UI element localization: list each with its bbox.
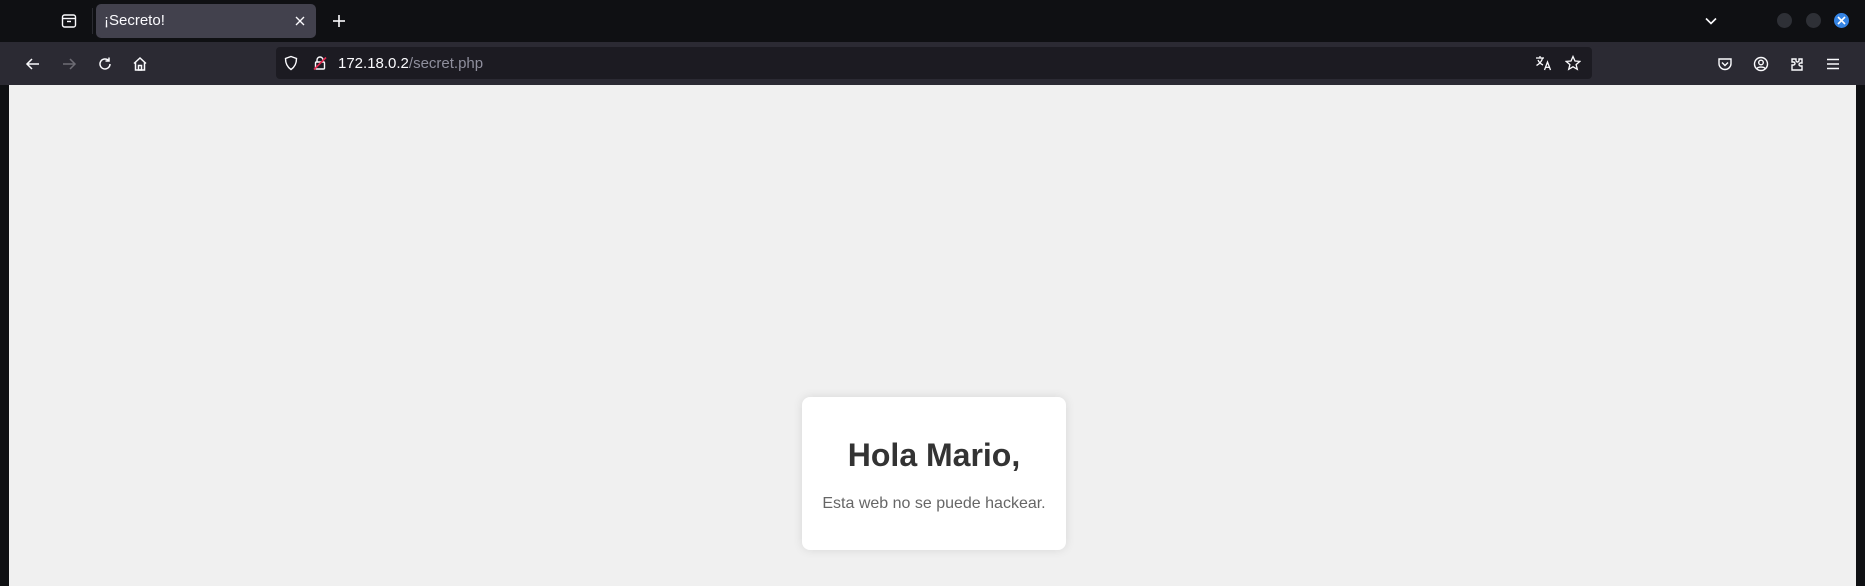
browser-window: ¡Secreto! 172.18.0.2/secret.php Hola Mar… — [0, 0, 1865, 586]
tab-active[interactable]: ¡Secreto! — [96, 4, 316, 38]
insecure-lock-icon[interactable] — [311, 54, 329, 72]
page-heading: Hola Mario, — [847, 437, 1021, 473]
tab-separator — [92, 8, 93, 34]
firefox-view-icon[interactable] — [56, 8, 82, 34]
minimize-button[interactable] — [1777, 13, 1792, 28]
reload-icon[interactable] — [91, 50, 119, 78]
navigation-toolbar: 172.18.0.2/secret.php — [0, 42, 1865, 85]
star-icon[interactable] — [1564, 54, 1582, 72]
url-text[interactable]: 172.18.0.2/secret.php — [338, 55, 483, 72]
translate-icon[interactable] — [1535, 54, 1553, 72]
hamburger-menu-icon[interactable] — [1819, 50, 1847, 78]
close-icon[interactable] — [290, 11, 310, 31]
page-viewport: Hola Mario, Esta web no se puede hackear… — [9, 85, 1856, 586]
tab-strip: ¡Secreto! — [0, 0, 1865, 42]
url-path: /secret.php — [408, 55, 484, 72]
pocket-icon[interactable] — [1711, 50, 1739, 78]
plus-icon[interactable] — [326, 8, 352, 34]
chevron-down-icon[interactable] — [1698, 8, 1724, 34]
page-message: Esta web no se puede hackear. — [822, 495, 1046, 512]
extensions-icon[interactable] — [1783, 50, 1811, 78]
maximize-button[interactable] — [1806, 13, 1821, 28]
shield-icon[interactable] — [282, 54, 300, 72]
account-icon[interactable] — [1747, 50, 1775, 78]
home-icon[interactable] — [126, 50, 154, 78]
address-bar[interactable]: 172.18.0.2/secret.php — [276, 47, 1592, 79]
window-close-button[interactable] — [1834, 13, 1849, 28]
url-host: 172.18.0.2 — [338, 55, 409, 72]
back-arrow-icon[interactable] — [19, 50, 47, 78]
forward-arrow-icon[interactable] — [55, 50, 83, 78]
greeting-card: Hola Mario, Esta web no se puede hackear… — [802, 397, 1066, 550]
tab-title: ¡Secreto! — [104, 12, 165, 29]
